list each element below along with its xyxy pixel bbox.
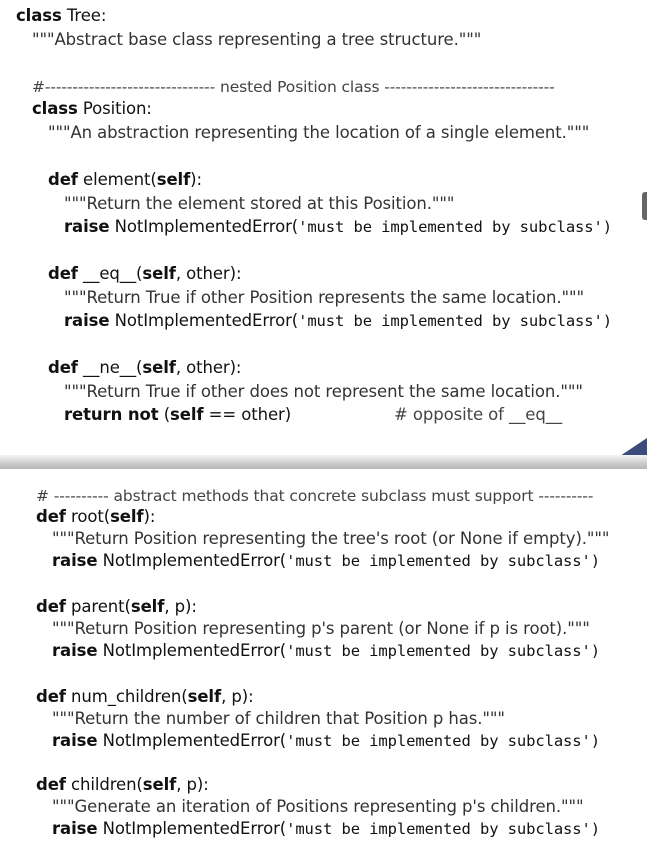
code-line-raise: raise NotImplementedError('must be imple… xyxy=(64,216,612,238)
keyword: self xyxy=(142,358,176,377)
code-line-def-root: def root(self): xyxy=(36,506,155,528)
keyword: self xyxy=(110,507,144,526)
code-line-class-position: class Position: xyxy=(32,98,152,120)
keyword: raise xyxy=(52,819,98,838)
keyword: return not xyxy=(64,405,159,424)
code-line-return: return not (self == other) xyxy=(64,404,291,426)
code-line-def-eq: def __eq__(self, other): xyxy=(48,263,242,285)
keyword: def xyxy=(36,597,66,616)
method-name: root( xyxy=(65,507,111,526)
keyword: def xyxy=(36,507,66,526)
params: , p): xyxy=(176,775,209,794)
code-line-def-num-children: def num_children(self, p): xyxy=(36,686,254,708)
params: , other): xyxy=(175,264,242,283)
keyword: self xyxy=(187,687,222,706)
slide-separator xyxy=(0,455,647,469)
params: , p): xyxy=(164,597,197,616)
docstring: """Return the element stored at this Pos… xyxy=(64,194,455,213)
keyword: self xyxy=(156,170,191,189)
keyword: self xyxy=(142,264,176,283)
keyword: def xyxy=(48,170,78,189)
slide-tab-marker xyxy=(642,192,647,220)
comparison: == other) xyxy=(203,405,292,424)
params: ): xyxy=(190,170,202,189)
keyword: def xyxy=(48,358,78,377)
docstring: """Abstract base class representing a tr… xyxy=(32,30,482,49)
params: , other): xyxy=(175,358,242,377)
string-literal: 'must be implemented by subclass') xyxy=(286,552,600,570)
code-line-def-parent: def parent(self, p): xyxy=(36,596,197,618)
string-literal: 'must be implemented by subclass') xyxy=(286,642,600,660)
method-name: __ne__( xyxy=(77,358,143,377)
docstring: """Return Position representing the tree… xyxy=(52,529,610,548)
code-line-raise: raise NotImplementedError('must be imple… xyxy=(52,640,600,662)
docstring: """Generate an iteration of Positions re… xyxy=(52,797,584,816)
keyword: class xyxy=(32,99,78,118)
string-literal: 'must be implemented by subclass') xyxy=(298,312,612,330)
keyword: self xyxy=(142,775,177,794)
code-line-raise: raise NotImplementedError('must be imple… xyxy=(52,818,600,840)
code-line-def-element: def element(self): xyxy=(48,169,202,191)
keyword: def xyxy=(48,264,78,283)
docstring: """Return True if other does not represe… xyxy=(64,382,583,401)
code-line-raise: raise NotImplementedError('must be imple… xyxy=(52,730,600,752)
method-name: children( xyxy=(65,775,143,794)
keyword: def xyxy=(36,775,66,794)
string-literal: 'must be implemented by subclass') xyxy=(286,820,600,838)
code-line-def-ne: def __ne__(self, other): xyxy=(48,357,241,379)
exception-name: NotImplementedError( xyxy=(109,311,299,330)
comment-abstract-methods: # ---------- abstract methods that concr… xyxy=(36,487,594,505)
exception-name: NotImplementedError( xyxy=(97,731,287,750)
keyword: self xyxy=(170,405,204,424)
method-name: __eq__( xyxy=(77,264,143,283)
exception-name: NotImplementedError( xyxy=(97,551,287,570)
code-line-def-children: def children(self, p): xyxy=(36,774,209,796)
string-literal: 'must be implemented by subclass') xyxy=(298,218,612,236)
params: , p): xyxy=(221,687,254,706)
comment-nested-position: #------------------------------- nested … xyxy=(32,78,555,96)
docstring: """Return the number of children that Po… xyxy=(52,709,505,728)
docstring: """An abstraction representing the locat… xyxy=(48,123,590,142)
method-name: element( xyxy=(77,170,157,189)
method-name: parent( xyxy=(65,597,131,616)
exception-name: NotImplementedError( xyxy=(97,819,287,838)
class-name: Tree: xyxy=(61,6,107,25)
keyword: raise xyxy=(64,217,110,236)
keyword: raise xyxy=(52,641,98,660)
keyword: def xyxy=(36,687,66,706)
exception-name: NotImplementedError( xyxy=(109,217,299,236)
keyword: raise xyxy=(52,551,98,570)
keyword: raise xyxy=(52,731,98,750)
code-line-class-tree: class Tree: xyxy=(16,5,106,27)
code-line-raise: raise NotImplementedError('must be imple… xyxy=(64,310,612,332)
exception-name: NotImplementedError( xyxy=(97,641,287,660)
paren: ( xyxy=(158,405,171,424)
string-literal: 'must be implemented by subclass') xyxy=(286,732,600,750)
params: ): xyxy=(143,507,156,526)
comment-opposite-of-eq: # opposite of __eq__ xyxy=(394,405,563,424)
keyword: class xyxy=(16,6,62,25)
keyword: self xyxy=(130,597,165,616)
docstring: """Return True if other Position represe… xyxy=(64,288,585,307)
code-line-raise: raise NotImplementedError('must be imple… xyxy=(52,550,600,572)
method-name: num_children( xyxy=(65,687,188,706)
class-name: Position: xyxy=(77,99,152,118)
docstring: """Return Position representing p's pare… xyxy=(52,619,590,638)
keyword: raise xyxy=(64,311,110,330)
